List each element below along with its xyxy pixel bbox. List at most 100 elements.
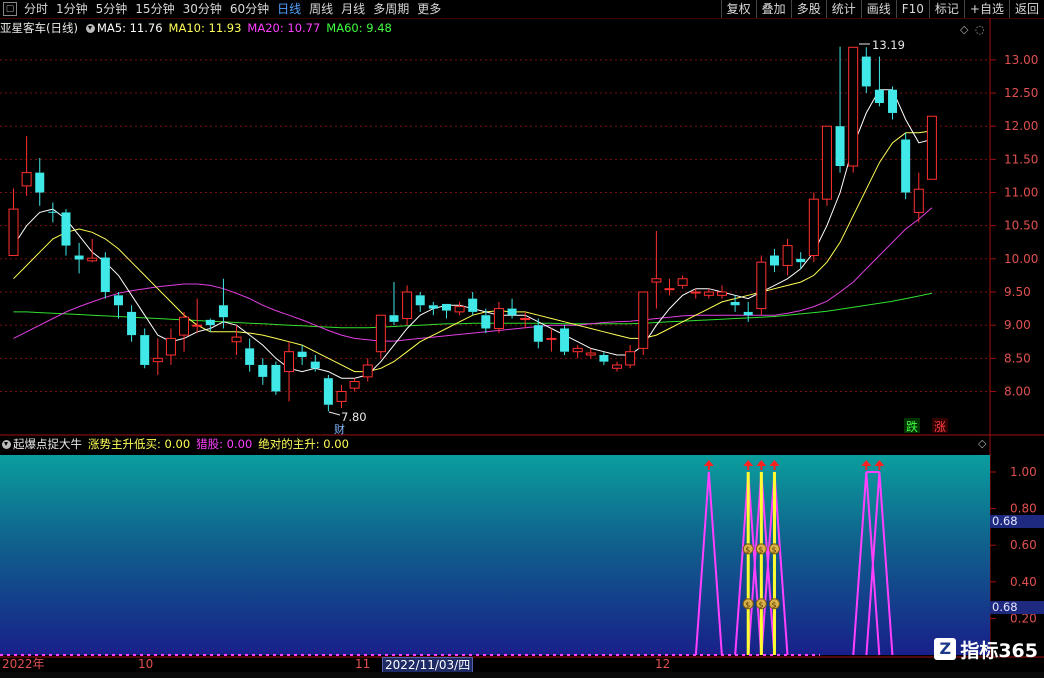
candle-body: [218, 305, 228, 318]
candle-body: [271, 364, 281, 392]
candle-body: [546, 337, 557, 340]
coin-symbol: $: [758, 600, 763, 609]
y-tick-label: 13.00: [1004, 53, 1038, 67]
candle-body: [913, 188, 924, 213]
candle-body: [310, 361, 320, 369]
candle-body: [481, 315, 491, 329]
ma20-line: [13, 207, 933, 342]
candle-body: [520, 318, 531, 321]
down-marker: 跌: [906, 419, 918, 434]
candle-body: [572, 347, 583, 353]
candle-body: [231, 336, 242, 343]
y-tick-label: 10.50: [1004, 219, 1038, 233]
candle-body: [769, 255, 779, 266]
y-tick-label: 9.50: [1004, 285, 1031, 299]
candle-body: [468, 298, 478, 312]
ind-y-tick-label: 0.60: [1010, 538, 1037, 552]
coin-symbol: $: [745, 600, 750, 609]
stock-chart[interactable]: 13.00 12.50 12.00 11.50 11.00 10.50 10.00 9.50 9…: [0, 0, 1044, 678]
indicator-value-box: 0.68: [990, 515, 1044, 528]
candle-body: [8, 208, 19, 257]
candle-body: [454, 306, 465, 313]
up-marker: 涨: [934, 419, 946, 434]
ma10-line: [13, 130, 932, 373]
y-tick-label: 11.00: [1004, 186, 1038, 200]
candle-body: [297, 351, 307, 357]
candle-body: [782, 245, 793, 266]
candle-body: [179, 316, 190, 336]
indicator-legend: 起爆点捉大牛 涨势主升低买: 0.00 猎股: 0.00 绝对的主升: 0.00: [0, 436, 355, 452]
candle-body: [48, 211, 58, 213]
y-tick-label: 10.00: [1004, 252, 1038, 266]
y-tick-label: 12.00: [1004, 119, 1038, 133]
y-tick-label: 11.50: [1004, 152, 1038, 166]
candle-body: [152, 357, 163, 363]
candle-body: [336, 390, 347, 402]
candle-body: [375, 314, 386, 353]
candle-body: [389, 315, 399, 322]
diamond-icon[interactable]: ◇: [960, 23, 969, 36]
watermark-logo-icon: Z: [934, 638, 957, 660]
candle-body: [441, 303, 451, 311]
candle-body: [703, 291, 714, 296]
candle-body: [100, 257, 110, 292]
status-strip: [0, 672, 1044, 678]
indicator-background: [0, 455, 990, 655]
candle-body: [165, 337, 176, 356]
indicator-value-box: 0.68: [990, 601, 1044, 614]
x-label-oct: 10: [138, 657, 154, 671]
high-price-label: 13.19: [872, 38, 905, 52]
y-tick-label: 12.50: [1004, 86, 1038, 100]
coin-symbol: $: [758, 545, 763, 554]
candle-body: [651, 278, 662, 283]
candle-body: [730, 301, 740, 306]
candle-body: [21, 172, 32, 187]
ma5-line: [13, 89, 933, 379]
candle-body: [560, 328, 570, 352]
candle-body: [35, 172, 45, 193]
candle-body: [664, 288, 675, 291]
candle-body: [638, 291, 649, 349]
candle-body: [888, 89, 898, 113]
x-label-nov: 11: [355, 657, 371, 671]
ind-y-tick-label: 0.40: [1010, 575, 1037, 589]
candle-body: [808, 198, 819, 257]
candle-body: [677, 278, 688, 286]
indicator-series-1: 涨势主升低买: 0.00: [88, 437, 191, 451]
coin-symbol: $: [771, 600, 776, 609]
low-price-label: 7.80: [341, 410, 367, 424]
candle-body: [74, 255, 84, 260]
candle-body: [533, 325, 543, 342]
candle-body: [796, 258, 806, 263]
y-tick-label: 9.00: [1004, 318, 1031, 332]
coin-symbol: $: [745, 545, 750, 554]
cycle-icon[interactable]: ◌: [975, 23, 985, 36]
candle-body: [585, 352, 596, 356]
candle-body: [284, 351, 295, 373]
x-axis: 2022年 10 11 2022/11/03/四 12: [0, 657, 990, 674]
indicator-title[interactable]: 起爆点捉大牛: [13, 436, 82, 452]
low-label-pointer: [328, 411, 341, 416]
candle-body: [245, 348, 255, 365]
candle-body: [625, 351, 636, 366]
y-tick-label: 8.50: [1004, 351, 1031, 365]
indicator-settings-icon[interactable]: ◇: [978, 437, 987, 450]
candle-body: [192, 324, 203, 327]
candle-body: [835, 126, 845, 166]
ind-y-tick-label: 1.00: [1010, 465, 1037, 479]
candle-body: [258, 364, 268, 377]
candle-body: [848, 46, 859, 167]
candle-body: [612, 364, 623, 369]
candle-body: [402, 291, 413, 320]
indicator-dropdown-icon[interactable]: [2, 439, 11, 449]
candle-body: [901, 139, 911, 193]
candle-body: [323, 378, 333, 405]
candle-body: [507, 308, 517, 316]
watermark-text: 指标365: [960, 639, 1038, 662]
indicator-series-2: 猎股: 0.00: [196, 437, 253, 451]
y-tick-label: 8.00: [1004, 384, 1031, 398]
candle-body: [599, 355, 609, 362]
candle-body: [756, 261, 767, 310]
event-marker: 财: [334, 422, 345, 436]
candle-body: [690, 291, 701, 294]
